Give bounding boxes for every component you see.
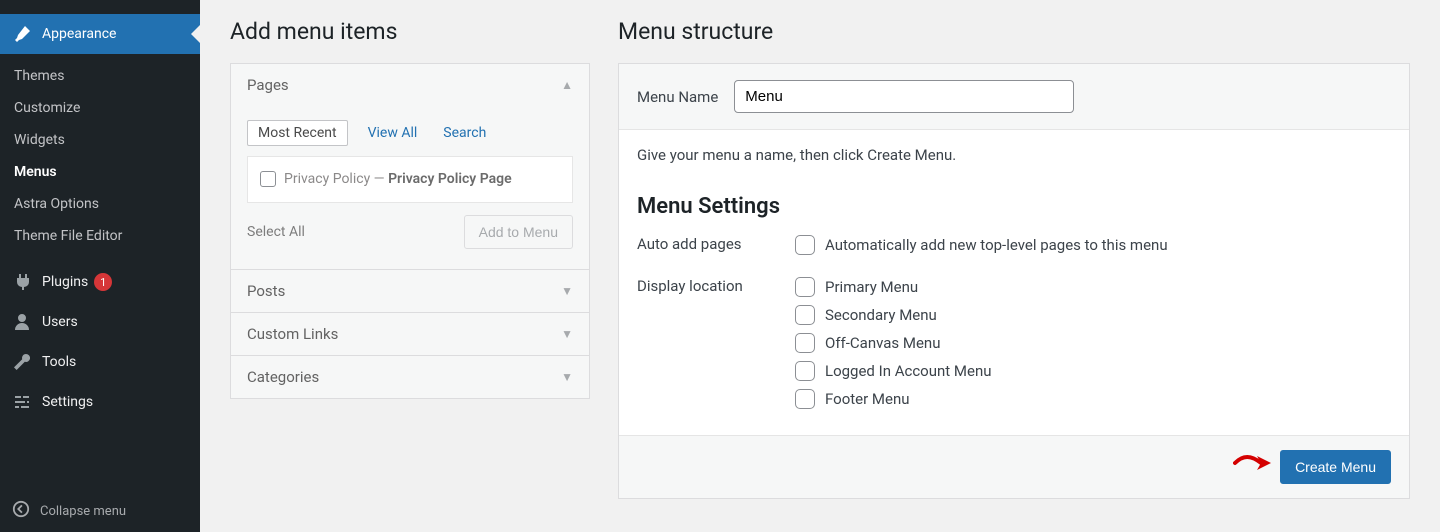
sidebar-item-label: Plugins xyxy=(42,274,88,290)
panel-footer: Create Menu xyxy=(619,436,1409,498)
sidebar-item-label: Tools xyxy=(42,354,76,370)
add-menu-items-column: Add menu items Pages ▲ Most Recent View … xyxy=(230,18,590,514)
pages-tabs: Most Recent View All Search xyxy=(247,120,573,146)
location-text: Off-Canvas Menu xyxy=(825,334,940,352)
location-text: Primary Menu xyxy=(825,278,918,296)
location-checkbox[interactable] xyxy=(795,333,815,353)
accordion-label: Categories xyxy=(247,368,319,386)
paintbrush-icon xyxy=(12,24,32,44)
location-primary[interactable]: Primary Menu xyxy=(795,277,1391,297)
submenu-item-menus[interactable]: Menus xyxy=(0,156,200,188)
location-logged-in[interactable]: Logged In Account Menu xyxy=(795,361,1391,381)
chevron-up-icon: ▲ xyxy=(561,78,573,92)
user-icon xyxy=(12,312,32,332)
auto-add-checkbox[interactable] xyxy=(795,235,815,255)
accordion-label: Pages xyxy=(247,76,289,94)
location-offcanvas[interactable]: Off-Canvas Menu xyxy=(795,333,1391,353)
location-secondary[interactable]: Secondary Menu xyxy=(795,305,1391,325)
location-footer[interactable]: Footer Menu xyxy=(795,389,1391,409)
page-item-text: Privacy Policy — Privacy Policy Page xyxy=(284,169,512,190)
sidebar-item-appearance[interactable]: Appearance xyxy=(0,14,200,54)
location-checkbox[interactable] xyxy=(795,389,815,409)
appearance-submenu: Themes Customize Widgets Menus Astra Opt… xyxy=(0,54,200,262)
accordion-footer: Select All Add to Menu xyxy=(247,203,573,255)
menu-structure-panel: Menu Name Give your menu a name, then cl… xyxy=(618,63,1410,499)
display-location-label: Display location xyxy=(637,277,795,417)
sidebar-item-plugins[interactable]: Plugins 1 xyxy=(0,262,200,302)
submenu-item-themes[interactable]: Themes xyxy=(0,60,200,92)
accordion-body-pages: Most Recent View All Search Privacy Poli… xyxy=(231,106,589,269)
page-item-prefix: Privacy Policy — xyxy=(284,171,388,187)
collapse-label: Collapse menu xyxy=(40,504,126,519)
location-checkbox[interactable] xyxy=(795,361,815,381)
location-checkbox[interactable] xyxy=(795,305,815,325)
collapse-menu[interactable]: Collapse menu xyxy=(0,490,200,532)
pages-list: Privacy Policy — Privacy Policy Page xyxy=(247,156,573,203)
main-content: Add menu items Pages ▲ Most Recent View … xyxy=(200,0,1440,532)
annotation-arrow-icon xyxy=(1233,451,1273,475)
page-list-item[interactable]: Privacy Policy — Privacy Policy Page xyxy=(260,169,560,190)
chevron-down-icon: ▼ xyxy=(561,284,573,298)
auto-add-row: Auto add pages Automatically add new top… xyxy=(637,235,1391,263)
accordion-head-posts[interactable]: Posts ▼ xyxy=(231,269,589,312)
sliders-icon xyxy=(12,392,32,412)
sidebar-item-label: Users xyxy=(42,314,78,330)
auto-add-label: Auto add pages xyxy=(637,235,795,263)
submenu-item-astra-options[interactable]: Astra Options xyxy=(0,188,200,220)
location-text: Logged In Account Menu xyxy=(825,362,992,380)
submenu-item-customize[interactable]: Customize xyxy=(0,92,200,124)
plug-icon xyxy=(12,272,32,292)
select-all-link[interactable]: Select All xyxy=(247,224,305,240)
menu-structure-title: Menu structure xyxy=(618,18,1410,45)
accordion-label: Posts xyxy=(247,282,285,300)
admin-sidebar: Appearance Themes Customize Widgets Menu… xyxy=(0,0,200,532)
sidebar-item-tools[interactable]: Tools xyxy=(0,342,200,382)
accordion-head-custom-links[interactable]: Custom Links ▼ xyxy=(231,312,589,355)
tab-most-recent[interactable]: Most Recent xyxy=(247,120,348,146)
menu-settings-title: Menu Settings xyxy=(637,194,1391,219)
menu-name-input[interactable] xyxy=(734,80,1074,113)
add-menu-items-title: Add menu items xyxy=(230,18,590,45)
sidebar-item-label: Appearance xyxy=(42,26,116,42)
menu-name-label: Menu Name xyxy=(637,88,718,106)
location-text: Footer Menu xyxy=(825,390,910,408)
accordion-label: Custom Links xyxy=(247,325,338,343)
panel-top: Menu Name xyxy=(619,64,1409,130)
display-location-row: Display location Primary Menu Secondary … xyxy=(637,277,1391,417)
auto-add-option[interactable]: Automatically add new top-level pages to… xyxy=(795,235,1391,255)
sidebar-item-settings[interactable]: Settings xyxy=(0,382,200,422)
menu-structure-column: Menu structure Menu Name Give your menu … xyxy=(618,18,1410,514)
add-to-menu-button[interactable]: Add to Menu xyxy=(464,215,573,249)
location-checkbox[interactable] xyxy=(795,277,815,297)
wrench-icon xyxy=(12,352,32,372)
location-text: Secondary Menu xyxy=(825,306,937,324)
tab-view-all[interactable]: View All xyxy=(362,121,424,145)
chevron-down-icon: ▼ xyxy=(561,370,573,384)
auto-add-option-text: Automatically add new top-level pages to… xyxy=(825,236,1168,254)
accordion: Pages ▲ Most Recent View All Search Priv… xyxy=(230,63,590,399)
page-checkbox[interactable] xyxy=(260,171,276,187)
collapse-icon xyxy=(12,500,30,522)
menu-hint-text: Give your menu a name, then click Create… xyxy=(637,146,1391,164)
submenu-item-widgets[interactable]: Widgets xyxy=(0,124,200,156)
accordion-head-categories[interactable]: Categories ▼ xyxy=(231,355,589,398)
sidebar-item-label: Settings xyxy=(42,394,93,410)
submenu-item-theme-file-editor[interactable]: Theme File Editor xyxy=(0,220,200,252)
create-menu-button[interactable]: Create Menu xyxy=(1280,450,1391,484)
plugins-update-badge: 1 xyxy=(94,273,112,291)
sidebar-item-users[interactable]: Users xyxy=(0,302,200,342)
chevron-down-icon: ▼ xyxy=(561,327,573,341)
accordion-head-pages[interactable]: Pages ▲ xyxy=(231,64,589,106)
panel-body: Give your menu a name, then click Create… xyxy=(619,130,1409,436)
tab-search[interactable]: Search xyxy=(437,121,492,145)
page-item-strong: Privacy Policy Page xyxy=(388,171,512,187)
